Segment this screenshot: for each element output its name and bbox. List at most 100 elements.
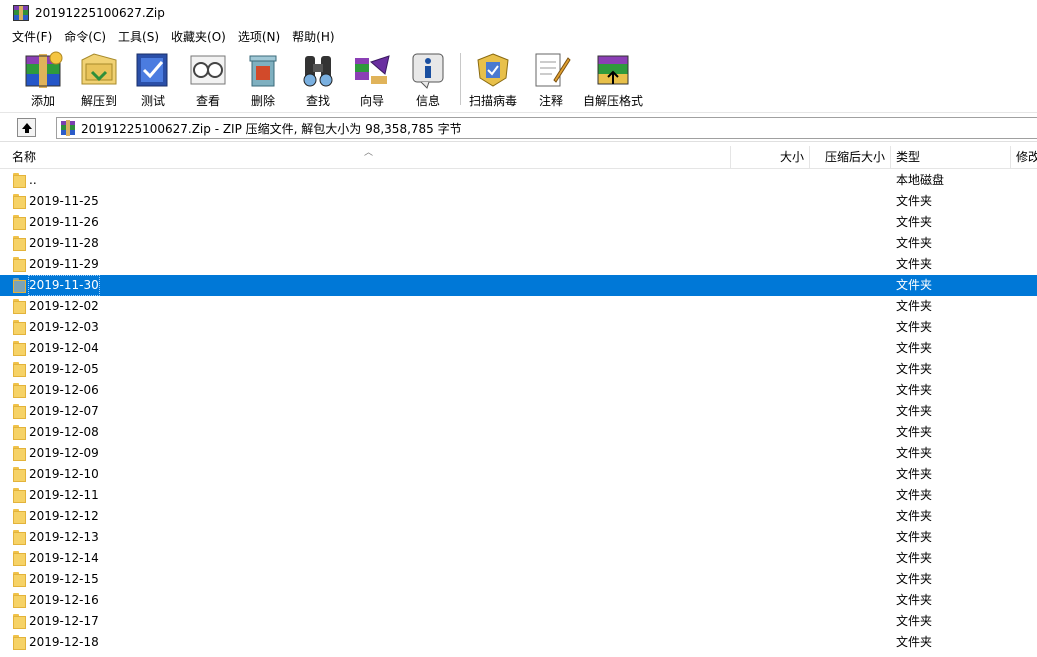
file-row[interactable]: 2019-12-14 文件夹	[0, 548, 1037, 569]
file-list: .. 本地磁盘 2019-11-25 文件夹 2019-11-26 文件夹 2019-11-…	[0, 170, 1037, 653]
file-row[interactable]: 2019-12-09 文件夹	[0, 443, 1037, 464]
file-row[interactable]: 2019-12-03 文件夹	[0, 317, 1037, 338]
title-bar: 20191225100627.Zip	[0, 0, 1037, 26]
file-row[interactable]: 2019-12-17 文件夹	[0, 611, 1037, 632]
file-type: 文件夹	[896, 299, 933, 313]
file-row[interactable]: 2019-12-11 文件夹	[0, 485, 1037, 506]
add-label: 添加	[30, 94, 55, 108]
column-header-packed-size[interactable]: 压缩后大小	[810, 146, 891, 168]
folder-icon	[13, 530, 26, 545]
file-name: 2019-12-02	[29, 299, 99, 313]
comment-icon	[530, 50, 572, 90]
file-row[interactable]: .. 本地磁盘	[0, 170, 1037, 191]
winrar-app-icon	[13, 5, 29, 21]
sfx-label: 自解压格式	[582, 94, 643, 108]
find-label: 查找	[305, 94, 330, 108]
test-label: 测试	[140, 94, 165, 108]
file-row[interactable]: 2019-12-05 文件夹	[0, 359, 1037, 380]
delete-label: 删除	[250, 94, 275, 108]
folder-icon	[13, 278, 26, 293]
file-row[interactable]: 2019-11-30 文件夹	[0, 275, 1037, 296]
column-header-modified[interactable]: 修改	[1011, 146, 1037, 168]
file-name: 2019-11-29	[29, 257, 99, 271]
file-row[interactable]: 2019-12-13 文件夹	[0, 527, 1037, 548]
toolbar: 添加 解压到 测试 查看 删除 查找 向导 信息 扫描病毒 注释 自解压格式	[0, 47, 1037, 113]
up-folder-button[interactable]	[17, 118, 36, 137]
virus-scan-button[interactable]: 扫描病毒	[466, 50, 520, 110]
menu-favorites[interactable]: 收藏夹(O)	[165, 27, 232, 47]
file-row[interactable]: 2019-11-29 文件夹	[0, 254, 1037, 275]
file-row[interactable]: 2019-11-26 文件夹	[0, 212, 1037, 233]
file-type: 文件夹	[896, 383, 933, 397]
delete-button[interactable]: 删除	[242, 50, 284, 110]
file-name: 2019-12-05	[29, 362, 99, 376]
file-type: 文件夹	[896, 572, 933, 586]
file-name: 2019-11-30	[28, 275, 100, 296]
file-name: 2019-12-11	[29, 488, 99, 502]
extract-to-icon	[78, 50, 120, 90]
file-name: 2019-12-18	[29, 635, 99, 649]
menu-bar: 文件(F) 命令(C) 工具(S) 收藏夹(O) 选项(N) 帮助(H)	[0, 27, 1037, 47]
file-type: 文件夹	[896, 404, 933, 418]
folder-icon	[13, 320, 26, 335]
file-row[interactable]: 2019-12-18 文件夹	[0, 632, 1037, 653]
file-row[interactable]: 2019-11-25 文件夹	[0, 191, 1037, 212]
address-field[interactable]: 20191225100627.Zip - ZIP 压缩文件, 解包大小为 98,…	[56, 117, 1037, 139]
list-header: 名称 ︿ 大小 压缩后大小 类型 修改	[0, 146, 1037, 169]
folder-icon	[13, 257, 26, 272]
file-row[interactable]: 2019-12-02 文件夹	[0, 296, 1037, 317]
view-button[interactable]: 查看	[186, 50, 230, 110]
info-button[interactable]: 信息	[406, 50, 450, 110]
file-row[interactable]: 2019-12-15 文件夹	[0, 569, 1037, 590]
add-archive-icon	[22, 50, 64, 90]
file-row[interactable]: 2019-12-16 文件夹	[0, 590, 1037, 611]
file-row[interactable]: 2019-12-07 文件夹	[0, 401, 1037, 422]
test-button[interactable]: 测试	[132, 50, 174, 110]
wizard-button[interactable]: 向导	[350, 50, 394, 110]
folder-icon	[13, 551, 26, 566]
column-header-type[interactable]: 类型	[891, 146, 1011, 168]
folder-icon	[13, 362, 26, 377]
file-type: 文件夹	[896, 509, 933, 523]
address-bar: 20191225100627.Zip - ZIP 压缩文件, 解包大小为 98,…	[0, 114, 1037, 142]
menu-commands[interactable]: 命令(C)	[58, 27, 112, 47]
file-row[interactable]: 2019-12-10 文件夹	[0, 464, 1037, 485]
file-type: 文件夹	[896, 614, 933, 628]
window-title: 20191225100627.Zip	[35, 6, 165, 20]
file-name: 2019-12-10	[29, 467, 99, 481]
file-name: 2019-12-15	[29, 572, 99, 586]
menu-help[interactable]: 帮助(H)	[286, 27, 340, 47]
sfx-button[interactable]: 自解压格式	[582, 50, 644, 110]
comment-button[interactable]: 注释	[530, 50, 572, 110]
folder-icon	[13, 299, 26, 314]
menu-file[interactable]: 文件(F)	[6, 27, 58, 47]
add-button[interactable]: 添加	[20, 50, 66, 110]
folder-icon	[13, 383, 26, 398]
column-header-size[interactable]: 大小	[731, 146, 810, 168]
file-row[interactable]: 2019-12-12 文件夹	[0, 506, 1037, 527]
file-row[interactable]: 2019-12-06 文件夹	[0, 380, 1037, 401]
folder-icon	[13, 173, 26, 188]
folder-icon	[13, 215, 26, 230]
folder-icon	[13, 614, 26, 629]
folder-icon	[13, 572, 26, 587]
file-name: 2019-11-25	[29, 194, 99, 208]
file-type: 文件夹	[896, 488, 933, 502]
menu-options[interactable]: 选项(N)	[232, 27, 286, 47]
file-row[interactable]: 2019-12-08 文件夹	[0, 422, 1037, 443]
menu-tools[interactable]: 工具(S)	[112, 27, 165, 47]
extract-to-button[interactable]: 解压到	[76, 50, 122, 110]
file-name: 2019-12-07	[29, 404, 99, 418]
comment-label: 注释	[538, 94, 563, 108]
folder-icon	[13, 404, 26, 419]
virus-scan-icon	[472, 50, 514, 90]
view-icon	[187, 50, 229, 90]
folder-icon	[13, 509, 26, 524]
find-button[interactable]: 查找	[296, 50, 340, 110]
folder-icon	[13, 425, 26, 440]
info-label: 信息	[415, 94, 440, 108]
file-row[interactable]: 2019-12-04 文件夹	[0, 338, 1037, 359]
file-row[interactable]: 2019-11-28 文件夹	[0, 233, 1037, 254]
file-type: 本地磁盘	[896, 173, 945, 187]
file-name: 2019-12-09	[29, 446, 99, 460]
